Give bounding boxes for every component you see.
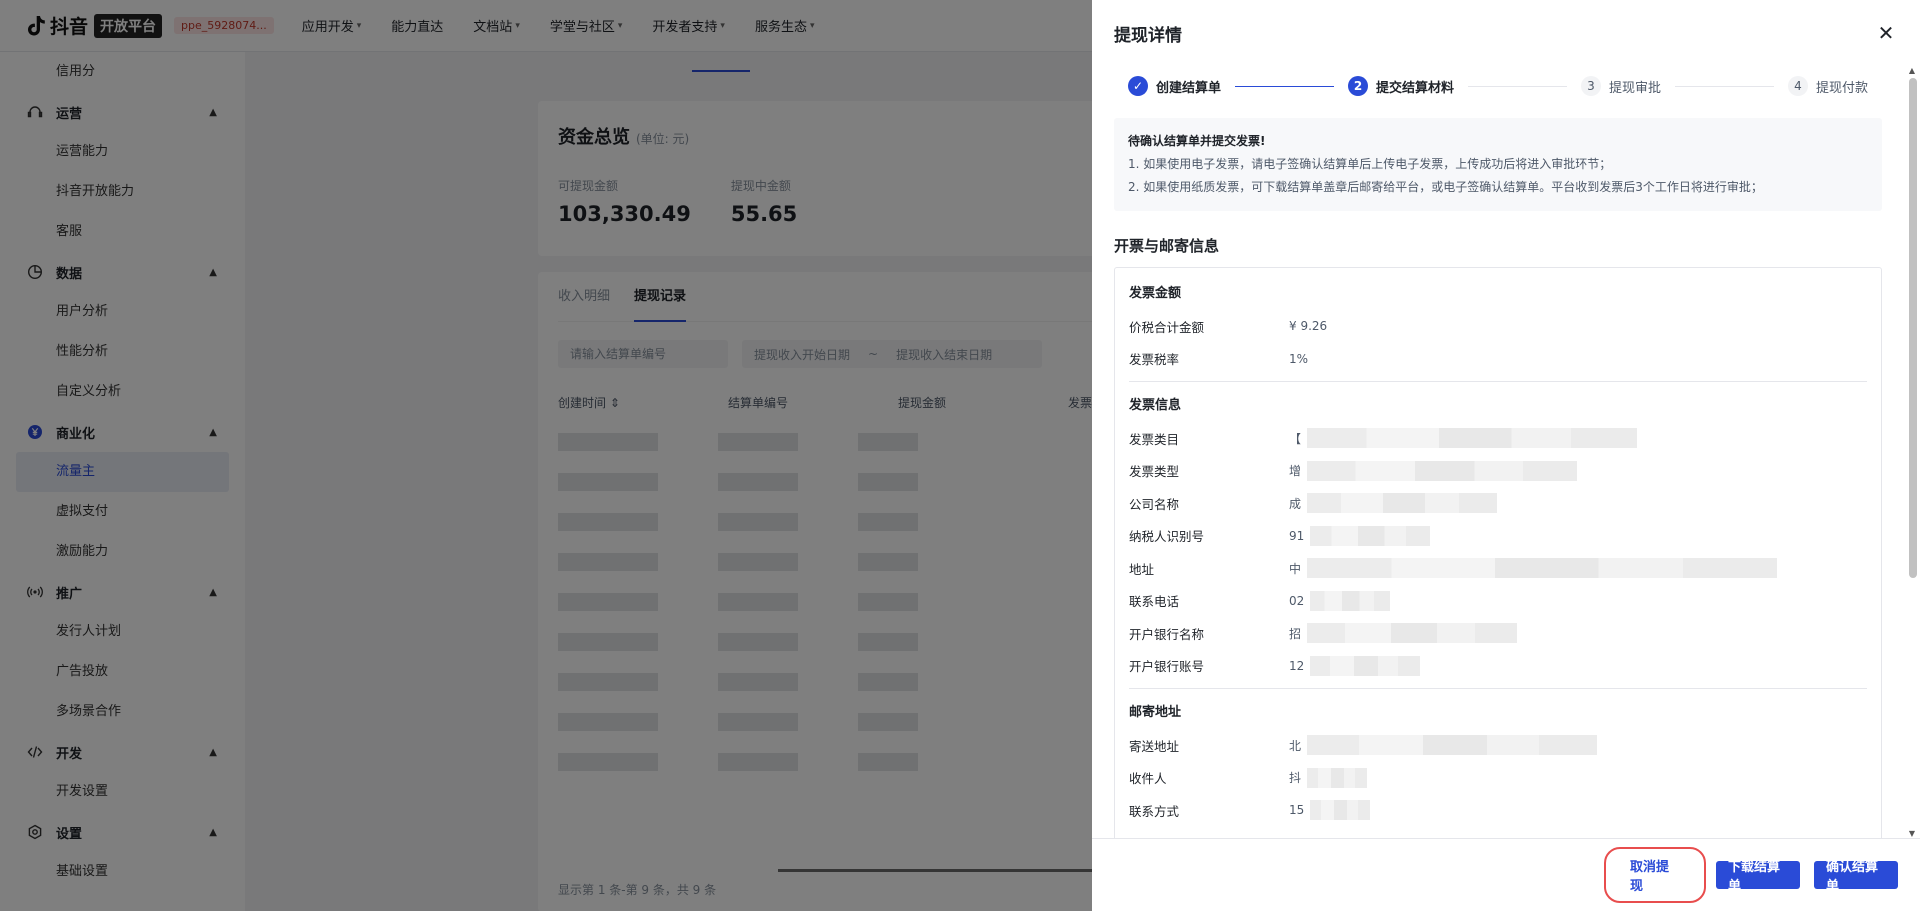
drawer-vertical-scrollbar[interactable]: ▲ ▼ [1904, 66, 1920, 838]
step-connector [1235, 85, 1334, 87]
kv-total-amount: 价税合计金额 ¥ 9.26 [1129, 319, 1328, 335]
group-title-mailing: 邮寄地址 [1129, 705, 1182, 720]
group-title-invoice-info: 发票信息 [1129, 398, 1182, 413]
scroll-down-arrow-icon[interactable]: ▼ [1907, 829, 1917, 838]
section-title-invoice-mailing: 开票与邮寄信息 [1114, 237, 1220, 255]
scroll-up-arrow-icon[interactable]: ▲ [1907, 66, 1917, 75]
scrollbar-thumb[interactable] [1909, 78, 1917, 578]
withdraw-detail-drawer: 提现详情 ✕ ✓ 创建结算单 2 提交结算材料 3 提现审批 4 提现付款 待确… [1092, 0, 1920, 911]
check-icon: ✓ [1128, 76, 1148, 96]
drawer-title: 提现详情 [1114, 25, 1182, 46]
kv-taxpayer-id: 纳税人识别号 91 [1129, 520, 1867, 553]
kv-bank-account: 开户银行账号 12 [1129, 650, 1867, 683]
kv-invoice-category: 发票类目【 [1129, 422, 1867, 455]
notice-box: 待确认结算单并提交发票! 1. 如果使用电子发票，请电子签确认结算单后上传电子发… [1114, 118, 1882, 211]
kv-contact: 联系方式 15 [1129, 794, 1867, 827]
cancel-withdraw-button[interactable]: 取消提现 [1604, 847, 1706, 903]
kv-address: 地址中 [1129, 552, 1867, 585]
notice-line-2: 2. 如果使用纸质发票，可下载结算单盖章后邮寄给平台，或电子签确认结算单。平台收… [1128, 180, 1763, 194]
close-icon[interactable]: ✕ [1874, 21, 1898, 45]
kv-invoice-type: 发票类型增 [1129, 455, 1867, 488]
invoice-mailing-box: 发票金额 价税合计金额 ¥ 9.26 发票税率 1% 发票信息 发票类目【 发票类型… [1114, 267, 1882, 838]
step-connector [1675, 85, 1774, 87]
group-title-invoice-amount: 发票金额 [1129, 286, 1182, 301]
step-approval: 3 提现审批 [1581, 76, 1661, 96]
kv-mailing-address: 寄送地址北 [1129, 729, 1867, 762]
step-payment: 4 提现付款 [1788, 76, 1868, 96]
confirm-settlement-button[interactable]: 确认结算单 [1814, 860, 1898, 894]
notice-title: 待确认结算单并提交发票! [1128, 134, 1266, 148]
progress-steps: ✓ 创建结算单 2 提交结算材料 3 提现审批 4 提现付款 [1114, 66, 1882, 106]
drawer-footer: 取消提现 下载结算单 确认结算单 [1092, 838, 1920, 911]
step-create-settlement: ✓ 创建结算单 [1128, 76, 1221, 96]
kv-phone: 联系电话 02 [1129, 585, 1867, 618]
step-submit-materials: 2 提交结算材料 [1348, 76, 1454, 96]
kv-recipient: 收件人抖 [1129, 762, 1867, 795]
download-settlement-button[interactable]: 下载结算单 [1716, 860, 1800, 894]
notice-line-1: 1. 如果使用电子发票，请电子签确认结算单后上传电子发票，上传成功后将进入审批环… [1128, 157, 1612, 171]
kv-tax-rate: 发票税率 1% [1129, 351, 1309, 368]
drawer-body: ✓ 创建结算单 2 提交结算材料 3 提现审批 4 提现付款 待确认结算单并提交… [1092, 66, 1904, 838]
kv-company-name: 公司名称成 [1129, 487, 1867, 520]
step-connector [1468, 85, 1567, 87]
kv-bank-name: 开户银行名称招 [1129, 617, 1867, 650]
